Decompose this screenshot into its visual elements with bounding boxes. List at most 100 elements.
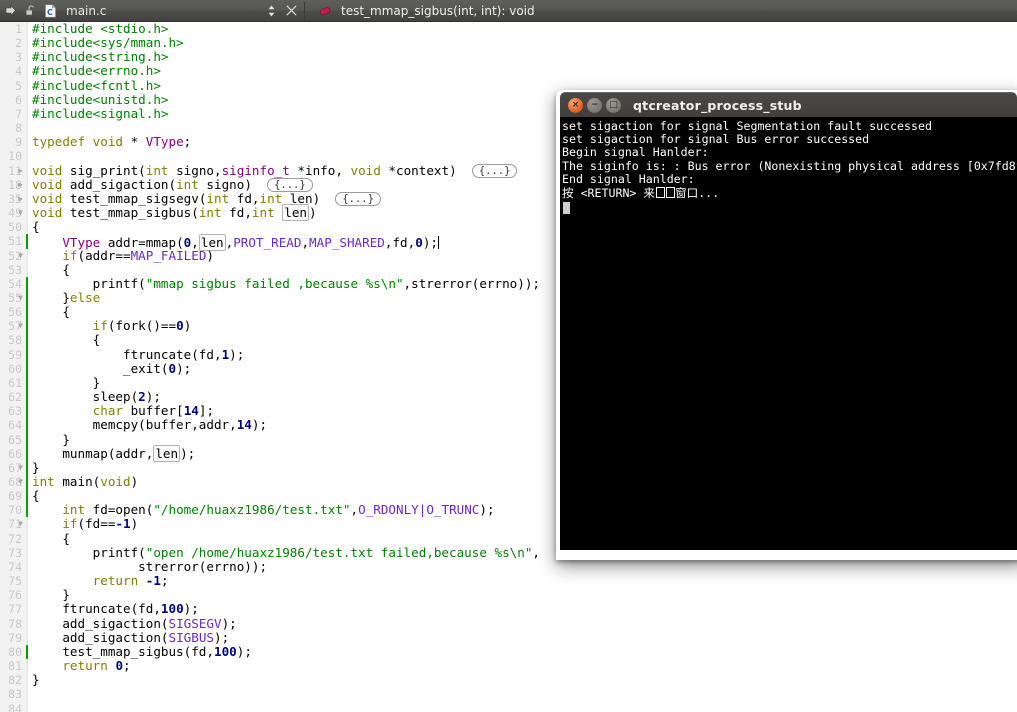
code-line[interactable]: 1 #include <stdio.h> bbox=[0, 22, 1017, 36]
fold-expanded-icon[interactable]: ▼ bbox=[15, 250, 26, 262]
code-line[interactable]: 81 return 0; bbox=[0, 658, 1017, 674]
terminal-close-button[interactable]: × bbox=[568, 97, 583, 113]
code-text: #include<sys/mman.h> bbox=[32, 36, 184, 50]
document-updown-button[interactable] bbox=[262, 0, 280, 22]
code-token: printf( bbox=[32, 544, 146, 560]
terminal-title-bar[interactable]: × − □ qtcreator_process_stub bbox=[560, 92, 1017, 117]
unlock-icon[interactable] bbox=[20, 0, 40, 22]
code-token: void bbox=[32, 190, 63, 206]
code-token: { bbox=[32, 530, 70, 546]
line-number: 81 bbox=[8, 659, 22, 674]
code-line[interactable]: 4 #include<errno.h> bbox=[0, 63, 1017, 79]
code-text: } bbox=[32, 374, 101, 390]
line-number: 6 bbox=[15, 92, 22, 107]
code-token: test_mmap_sigbus( bbox=[62, 205, 199, 221]
code-token: ; bbox=[160, 573, 169, 589]
folded-block-badge[interactable]: {...} bbox=[335, 191, 381, 206]
code-token: test_mmap_sigbus(fd, bbox=[32, 643, 214, 659]
code-token: void bbox=[32, 205, 63, 221]
line-change-marker bbox=[26, 333, 28, 348]
line-change-marker bbox=[26, 460, 28, 475]
code-line[interactable]: 3 #include<string.h> bbox=[0, 50, 1017, 65]
highlighted-symbol: len bbox=[282, 204, 310, 222]
fold-expanded-icon[interactable]: ▼ bbox=[15, 292, 26, 304]
code-line[interactable]: 82} bbox=[0, 673, 1017, 688]
code-text: void test_mmap_sigbus(int fd,int len) bbox=[32, 204, 317, 222]
terminal-minimize-button[interactable]: − bbox=[587, 97, 602, 113]
terminal-output[interactable]: set sigaction for signal Segmentation fa… bbox=[560, 117, 1017, 550]
minimize-icon: − bbox=[590, 99, 599, 110]
open-document-selector[interactable]: C main.c bbox=[0, 0, 262, 22]
code-token: ,strerror(errno)); bbox=[403, 275, 541, 291]
code-line[interactable]: 76 } bbox=[0, 588, 1017, 603]
code-text: int main(void) bbox=[32, 474, 138, 489]
code-line[interactable]: 75 return -1; bbox=[0, 573, 1017, 589]
code-text: { bbox=[32, 305, 70, 319]
code-text: int fd=open("/home/huaxz1986/test.txt",O… bbox=[32, 503, 494, 517]
line-number: 51 bbox=[8, 234, 22, 249]
folded-block-badge[interactable]: {...} bbox=[471, 163, 518, 178]
code-token: #include<unistd.h> bbox=[32, 91, 169, 107]
line-number: 5 bbox=[15, 78, 22, 93]
code-line[interactable]: 84 bbox=[0, 702, 1017, 712]
code-line[interactable]: 74 strerror(errno)); bbox=[0, 559, 1017, 574]
code-line[interactable]: 83 bbox=[0, 687, 1017, 701]
line-change-marker bbox=[26, 644, 28, 660]
line-number: 10 bbox=[8, 149, 22, 164]
line-change-marker bbox=[26, 475, 28, 490]
open-file-name: main.c bbox=[66, 3, 107, 18]
code-text: munmap(addr, len); bbox=[32, 444, 195, 462]
fold-expanded-icon[interactable]: ▼ bbox=[15, 320, 26, 332]
line-change-marker bbox=[26, 404, 28, 419]
line-number: 65 bbox=[8, 432, 22, 447]
code-line[interactable]: 78 add_sigaction(SIGSEGV); bbox=[0, 616, 1017, 631]
code-text: } bbox=[32, 673, 40, 687]
code-token: else bbox=[69, 289, 101, 305]
code-token: ); bbox=[251, 417, 268, 433]
code-text: } bbox=[32, 588, 70, 602]
fold-collapsed-icon[interactable]: ▶ bbox=[15, 193, 26, 205]
terminal-maximize-button[interactable]: □ bbox=[606, 97, 621, 113]
code-text: if(fd==-1) bbox=[32, 517, 138, 531]
line-number: 58 bbox=[8, 333, 22, 348]
line-number: 80 bbox=[8, 644, 22, 659]
fold-expanded-icon[interactable]: ▼ bbox=[15, 207, 26, 219]
code-token: ]; bbox=[198, 403, 215, 419]
terminal-window[interactable]: × − □ qtcreator_process_stub set sigacti… bbox=[560, 92, 1017, 550]
fold-collapsed-icon[interactable]: ▶ bbox=[15, 179, 26, 191]
code-token: } bbox=[32, 672, 40, 688]
line-number: 76 bbox=[8, 588, 22, 603]
code-line[interactable]: 2 #include<sys/mman.h> bbox=[0, 36, 1017, 51]
folded-block-badge[interactable]: {...} bbox=[267, 177, 313, 192]
code-line[interactable]: 79 add_sigaction(SIGBUS); bbox=[0, 629, 1017, 645]
fold-expanded-icon[interactable]: ▼ bbox=[15, 476, 26, 488]
line-change-marker bbox=[26, 390, 28, 405]
fold-expanded-icon[interactable]: ▼ bbox=[15, 518, 26, 530]
code-token: void bbox=[100, 474, 131, 489]
code-token: ftruncate(fd, bbox=[32, 346, 222, 362]
line-number: 62 bbox=[8, 390, 22, 405]
code-token: "open /home/huaxz1986/test.txt failed,be… bbox=[145, 544, 533, 560]
code-line[interactable]: 5 #include<fcntl.h> bbox=[0, 78, 1017, 93]
code-token: (fork()== bbox=[107, 318, 177, 334]
line-number: 74 bbox=[8, 559, 22, 574]
code-token: ) bbox=[309, 205, 317, 221]
symbol-selector[interactable]: test_mmap_sigbus(int, int): void bbox=[307, 0, 1017, 22]
code-line[interactable]: 80 test_mmap_sigbus(fd,100); bbox=[0, 643, 1017, 660]
close-document-button[interactable] bbox=[280, 0, 302, 22]
fold-expanded-icon[interactable]: ▼ bbox=[15, 462, 26, 474]
code-token: add_sigaction( bbox=[32, 629, 169, 645]
code-token: #include<errno.h> bbox=[32, 63, 161, 79]
code-token: ); bbox=[183, 601, 199, 617]
code-text: sleep(2); bbox=[32, 389, 161, 405]
code-token: ); bbox=[229, 346, 245, 362]
code-line[interactable]: 77 ftruncate(fd,100); bbox=[0, 601, 1017, 617]
code-text: return 0; bbox=[32, 658, 130, 673]
fold-collapsed-icon[interactable]: ▶ bbox=[15, 165, 26, 177]
code-token: 2 bbox=[138, 389, 146, 405]
forward-arrow-icon[interactable] bbox=[0, 0, 20, 22]
code-token: signo, bbox=[168, 162, 222, 178]
code-token: } bbox=[32, 374, 101, 390]
